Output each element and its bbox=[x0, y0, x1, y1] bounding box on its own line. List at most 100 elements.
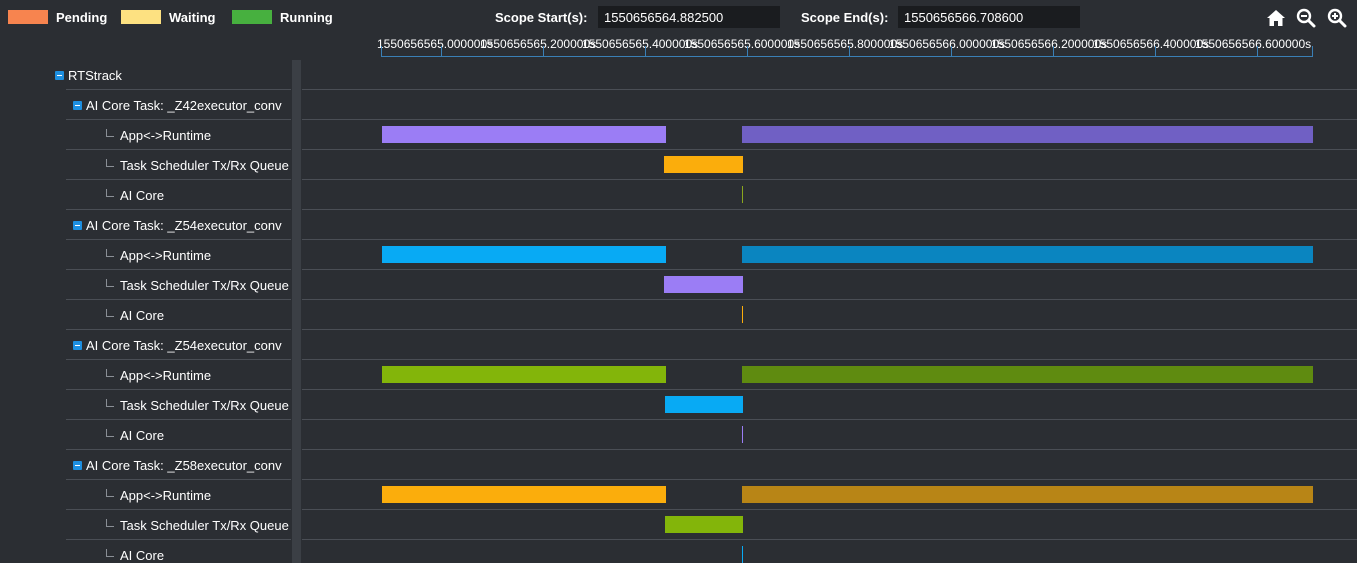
axis-tick-label: 1550656566.200000s bbox=[991, 37, 1108, 51]
track-label-ai-core: AI Core bbox=[120, 548, 165, 563]
app-runtime-bar[interactable] bbox=[382, 126, 666, 143]
tree-root-label: RTStrack bbox=[68, 68, 122, 83]
axis-tick bbox=[543, 46, 544, 56]
row-divider bbox=[66, 389, 291, 390]
task-scheduler-bar[interactable] bbox=[664, 156, 743, 173]
row-divider bbox=[66, 479, 291, 480]
axis-tick-label: 1550656565.000000s bbox=[377, 37, 494, 51]
track-label-task-scheduler: Task Scheduler Tx/Rx Queue bbox=[120, 398, 289, 413]
home-icon[interactable] bbox=[1266, 8, 1286, 28]
row-divider bbox=[66, 179, 291, 180]
ai-core-event-marker[interactable] bbox=[742, 306, 743, 323]
axis-tick bbox=[1053, 46, 1054, 56]
tree-leaf-connector bbox=[106, 429, 114, 437]
legend-running: Running bbox=[232, 9, 333, 25]
scope-start-input[interactable] bbox=[598, 6, 780, 28]
row-divider bbox=[66, 329, 291, 330]
collapse-button-task[interactable] bbox=[73, 221, 82, 230]
collapse-button-task[interactable] bbox=[73, 101, 82, 110]
collapse-button-task[interactable] bbox=[73, 341, 82, 350]
scope-end-label: Scope End(s): bbox=[801, 10, 889, 25]
scope-start-label: Scope Start(s): bbox=[495, 10, 588, 25]
track-label-task-scheduler: Task Scheduler Tx/Rx Queue bbox=[120, 158, 289, 173]
track-label-app-runtime: App<->Runtime bbox=[120, 248, 212, 263]
row-divider bbox=[302, 539, 1357, 540]
axis-tick-label: 1550656566.000000s bbox=[889, 37, 1006, 51]
track-label-ai-core: AI Core bbox=[120, 308, 165, 323]
header: Pending Waiting Running Scope Start(s): … bbox=[0, 0, 1357, 60]
row-divider bbox=[66, 239, 291, 240]
row-divider bbox=[302, 239, 1357, 240]
row-divider bbox=[302, 89, 1357, 90]
row-divider bbox=[302, 149, 1357, 150]
axis-line bbox=[381, 56, 1313, 57]
axis-tick bbox=[441, 46, 442, 56]
legend-label-pending: Pending bbox=[56, 9, 108, 25]
row-divider bbox=[302, 329, 1357, 330]
task-scheduler-bar[interactable] bbox=[665, 516, 743, 533]
axis-tick-label: 1550656565.800000s bbox=[787, 37, 904, 51]
row-divider bbox=[66, 419, 291, 420]
axis-tick-label: 1550656565.600000s bbox=[684, 37, 801, 51]
zoom-in-icon[interactable] bbox=[1327, 8, 1347, 28]
row-divider bbox=[66, 509, 291, 510]
row-divider bbox=[66, 449, 291, 450]
tree-leaf-connector bbox=[106, 399, 114, 407]
tree-leaf-connector bbox=[106, 189, 114, 197]
track-label-ai-core: AI Core bbox=[120, 188, 165, 203]
app-runtime-bar[interactable] bbox=[742, 126, 1313, 143]
ai-core-event-marker[interactable] bbox=[742, 426, 743, 443]
app-runtime-bar[interactable] bbox=[382, 246, 666, 263]
app-runtime-bar[interactable] bbox=[742, 366, 1313, 383]
legend-waiting: Waiting bbox=[121, 9, 215, 25]
track-label-app-runtime: App<->Runtime bbox=[120, 128, 212, 143]
tree-leaf-connector bbox=[106, 249, 114, 257]
track-label-ai-core: AI Core bbox=[120, 428, 165, 443]
ai-core-event-marker[interactable] bbox=[742, 546, 743, 563]
legend-swatch-pending bbox=[8, 10, 48, 24]
task-scheduler-bar[interactable] bbox=[664, 276, 743, 293]
app-runtime-bar[interactable] bbox=[742, 486, 1313, 503]
row-divider bbox=[66, 209, 291, 210]
collapse-button-root[interactable] bbox=[55, 71, 64, 80]
track-label-app-runtime: App<->Runtime bbox=[120, 488, 212, 503]
tree-leaf-connector bbox=[106, 159, 114, 167]
row-divider bbox=[302, 449, 1357, 450]
axis-tick-label: 1550656566.600000s bbox=[1195, 37, 1312, 51]
legend-swatch-running bbox=[232, 10, 272, 24]
row-divider bbox=[66, 119, 291, 120]
task-label: AI Core Task: _Z54executor_conv bbox=[86, 338, 282, 353]
row-divider bbox=[302, 179, 1357, 180]
axis-tick bbox=[747, 46, 748, 56]
axis-tick-label: 1550656566.400000s bbox=[1093, 37, 1210, 51]
axis-tick bbox=[951, 46, 952, 56]
track-label-app-runtime: App<->Runtime bbox=[120, 368, 212, 383]
collapse-button-task[interactable] bbox=[73, 461, 82, 470]
legend-label-waiting: Waiting bbox=[169, 9, 216, 25]
row-divider bbox=[302, 269, 1357, 270]
tree-leaf-connector bbox=[106, 489, 114, 497]
app-runtime-bar[interactable] bbox=[382, 366, 666, 383]
tree-leaf-connector bbox=[106, 369, 114, 377]
app-runtime-bar[interactable] bbox=[742, 246, 1313, 263]
axis-tick-label: 1550656565.200000s bbox=[480, 37, 597, 51]
axis-tick bbox=[1155, 46, 1156, 56]
track-label-task-scheduler: Task Scheduler Tx/Rx Queue bbox=[120, 278, 289, 293]
scope-end-input[interactable] bbox=[898, 6, 1080, 28]
row-divider bbox=[302, 419, 1357, 420]
legend-label-running: Running bbox=[280, 9, 333, 25]
tree-leaf-connector bbox=[106, 309, 114, 317]
row-divider bbox=[302, 209, 1357, 210]
panel-splitter[interactable] bbox=[292, 60, 301, 563]
track-label-task-scheduler: Task Scheduler Tx/Rx Queue bbox=[120, 518, 289, 533]
row-divider bbox=[66, 269, 291, 270]
ai-core-event-marker[interactable] bbox=[742, 186, 743, 203]
tree-leaf-connector bbox=[106, 549, 114, 557]
axis-tick bbox=[381, 46, 382, 56]
axis-tick bbox=[645, 46, 646, 56]
zoom-out-icon[interactable] bbox=[1296, 8, 1316, 28]
axis-tick bbox=[1257, 46, 1258, 56]
task-scheduler-bar[interactable] bbox=[665, 396, 743, 413]
axis-tick bbox=[849, 46, 850, 56]
app-runtime-bar[interactable] bbox=[382, 486, 666, 503]
